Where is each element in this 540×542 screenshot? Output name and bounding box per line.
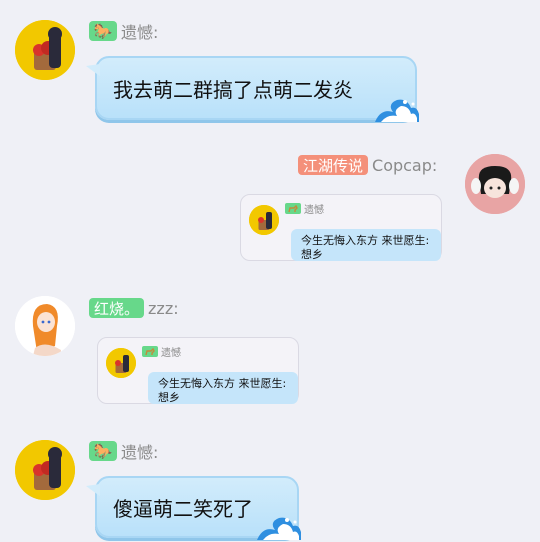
horse-tag-icon (285, 203, 301, 214)
wave-decoration-icon (257, 517, 301, 540)
avatar[interactable] (465, 154, 525, 214)
avatar-yellow (15, 20, 75, 80)
quoted-avatar (249, 205, 279, 235)
quoted-message-card[interactable]: 遗憾 今生无悔入东方 来世愿生: 想乡 (240, 194, 442, 261)
avatar-yellow (15, 440, 75, 500)
quoted-message-card[interactable]: 遗憾 今生无悔入东方 来世愿生: 想乡 (97, 337, 299, 404)
sender-name-row: 🐎 遗憾: (89, 440, 158, 462)
sender-name-row: 红烧。 zzz: (89, 297, 179, 319)
message-text: 我去萌二群搞了点萌二发炎 (113, 77, 353, 102)
sender-name: zzz: (148, 298, 179, 318)
sender-name: Copcap: (372, 155, 438, 175)
wave-decoration-icon (375, 99, 419, 122)
quoted-sender: 遗憾 (142, 344, 181, 359)
horse-tag-icon: 🐎 (89, 21, 117, 41)
bubble-tail (86, 64, 100, 76)
horse-tag-icon (142, 346, 158, 357)
bubble-tail (86, 484, 100, 496)
avatar-pink (465, 154, 525, 214)
message-bubble[interactable]: 傻逼萌二笑死了 (86, 476, 301, 540)
sender-name-row: 🐎 遗憾: (89, 20, 158, 42)
avatar[interactable] (15, 296, 75, 356)
quoted-text: 今生无悔入东方 来世愿生: 想乡 (291, 229, 441, 261)
quoted-sender: 遗憾 (285, 201, 324, 216)
message-text: 傻逼萌二笑死了 (113, 496, 253, 521)
horse-tag-icon: 🐎 (89, 441, 117, 461)
title-tag: 江湖传说 (298, 155, 369, 175)
quoted-avatar (106, 348, 136, 378)
title-tag: 红烧。 (89, 298, 145, 318)
quoted-text: 今生无悔入东方 来世愿生: 想乡 (148, 372, 298, 404)
sender-name: 遗憾: (121, 23, 159, 42)
message-bubble[interactable]: 我去萌二群搞了点萌二发炎 (86, 56, 419, 122)
sender-name-row: 江湖传说 Copcap: (298, 154, 437, 176)
avatar-anime (15, 296, 75, 356)
avatar[interactable] (15, 20, 75, 80)
sender-name: 遗憾: (121, 443, 159, 462)
avatar[interactable] (15, 440, 75, 500)
